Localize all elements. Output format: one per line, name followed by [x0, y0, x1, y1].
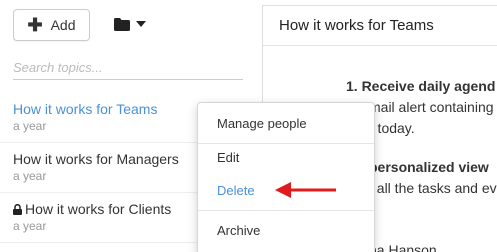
- detail-line: 1. Receive daily agend: [346, 78, 495, 94]
- topic-context-menu: Manage people Edit Delete Archive: [197, 102, 375, 252]
- lock-icon: [13, 204, 22, 215]
- add-button-label: Add: [50, 17, 76, 33]
- detail-line: f all the tasks and ev: [369, 180, 497, 196]
- menu-item-manage-people[interactable]: Manage people: [198, 109, 374, 139]
- annotation-arrow-icon: [275, 182, 336, 198]
- menu-item-edit[interactable]: Edit: [198, 143, 374, 173]
- topic-title: How it works for Clients: [25, 201, 172, 217]
- add-button[interactable]: ✚ Add: [13, 9, 90, 41]
- detail-title: How it works for Teams: [263, 6, 497, 46]
- detail-line: na Hanson: [369, 242, 437, 252]
- list-item-heading: 1. Receive daily agend: [346, 78, 496, 94]
- folder-dropdown[interactable]: [114, 13, 154, 35]
- menu-item-archive[interactable]: Archive: [198, 216, 374, 246]
- plus-icon: ✚: [27, 15, 43, 35]
- search-input[interactable]: [13, 56, 243, 80]
- caret-down-icon: [136, 21, 146, 27]
- menu-divider: [198, 210, 374, 211]
- folder-icon: [114, 17, 130, 31]
- detail-line: personalized view: [369, 159, 489, 175]
- detail-line: mail alert containing: [369, 99, 494, 115]
- detail-line: r today.: [369, 120, 415, 136]
